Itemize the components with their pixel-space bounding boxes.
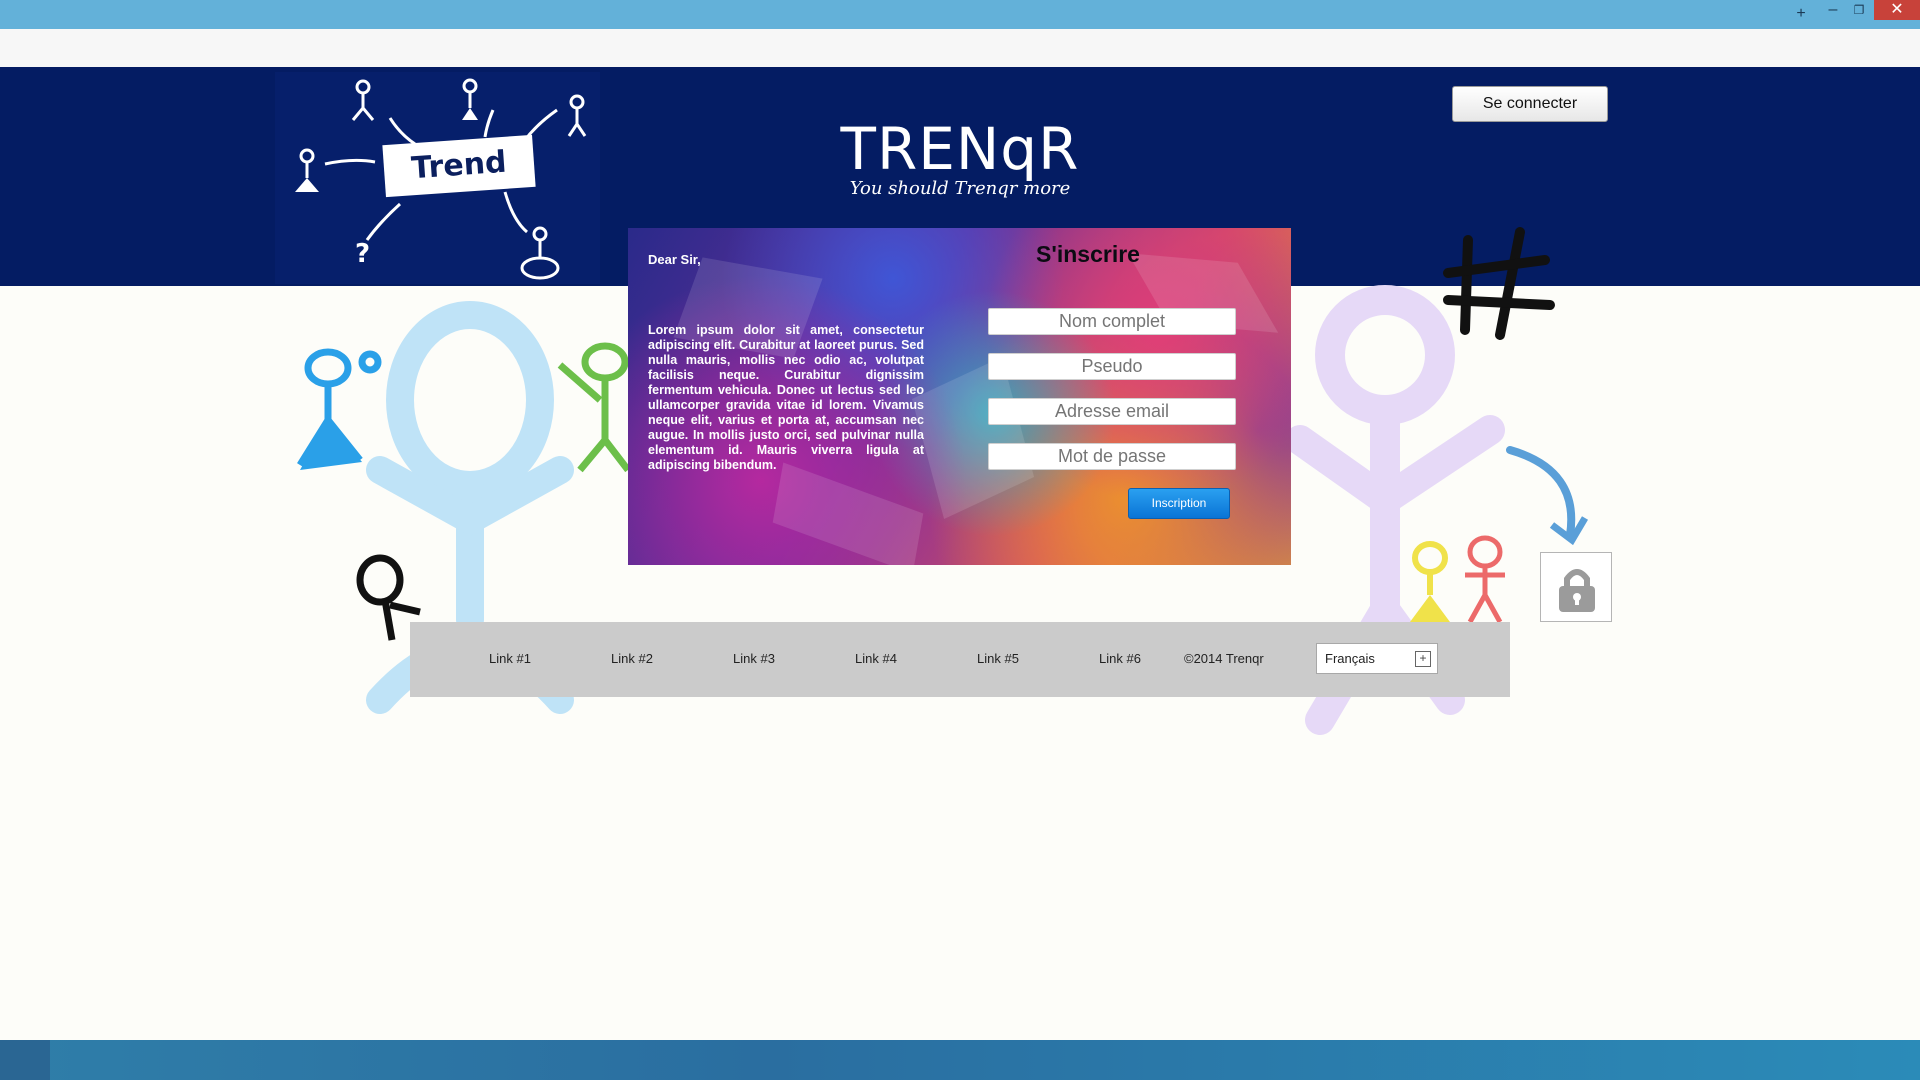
password-field[interactable] [988,443,1236,470]
language-value: Français [1325,651,1375,666]
site-footer: Link #1 Link #2 Link #3 Link #4 Link #5 … [410,622,1510,697]
signup-title: S'inscrire [1036,241,1140,267]
letter-body: Lorem ipsum dolor sit amet, consectetur … [648,323,924,472]
footer-link-4[interactable]: Link #4 [855,651,897,666]
hashtag-doodle [1443,227,1555,340]
yellow-figure [1412,541,1448,595]
arrow-doodle [1506,446,1576,539]
footer-link-3[interactable]: Link #3 [733,651,775,666]
footer-link-5[interactable]: Link #5 [977,651,1019,666]
copyright-text: ©2014 Trenqr [1184,651,1264,666]
plus-icon[interactable]: + [1415,651,1431,667]
os-taskbar [0,1040,1920,1080]
username-field[interactable] [988,353,1236,380]
brand-title: TRENqR [840,115,1080,183]
trend-logo[interactable]: ? Trend [275,72,600,284]
lock-icon [1559,569,1595,612]
signup-panel: Dear Sir, Lorem ipsum dolor sit amet, co… [628,228,1291,565]
letter-greeting: Dear Sir, [648,252,701,267]
lock-button[interactable] [1540,552,1612,622]
panel-facet [911,357,1035,519]
footer-link-1[interactable]: Link #1 [489,651,531,666]
logo-label: Trend [382,134,536,198]
fullname-field[interactable] [988,308,1236,335]
footer-link-2[interactable]: Link #2 [611,651,653,666]
language-select[interactable]: Français + [1316,643,1438,674]
signup-button[interactable]: Inscription [1128,488,1230,519]
brand-tagline: You should Trenqr more [849,178,1071,199]
green-figure [557,342,631,473]
red-figure [1465,535,1505,624]
email-field[interactable] [988,398,1236,425]
start-button[interactable] [0,1040,50,1080]
yellow-figure-dress [1410,595,1450,622]
footer-link-6[interactable]: Link #6 [1099,651,1141,666]
svg-text:?: ? [355,239,370,269]
login-button[interactable]: Se connecter [1452,86,1608,122]
panel-facet [772,462,924,565]
